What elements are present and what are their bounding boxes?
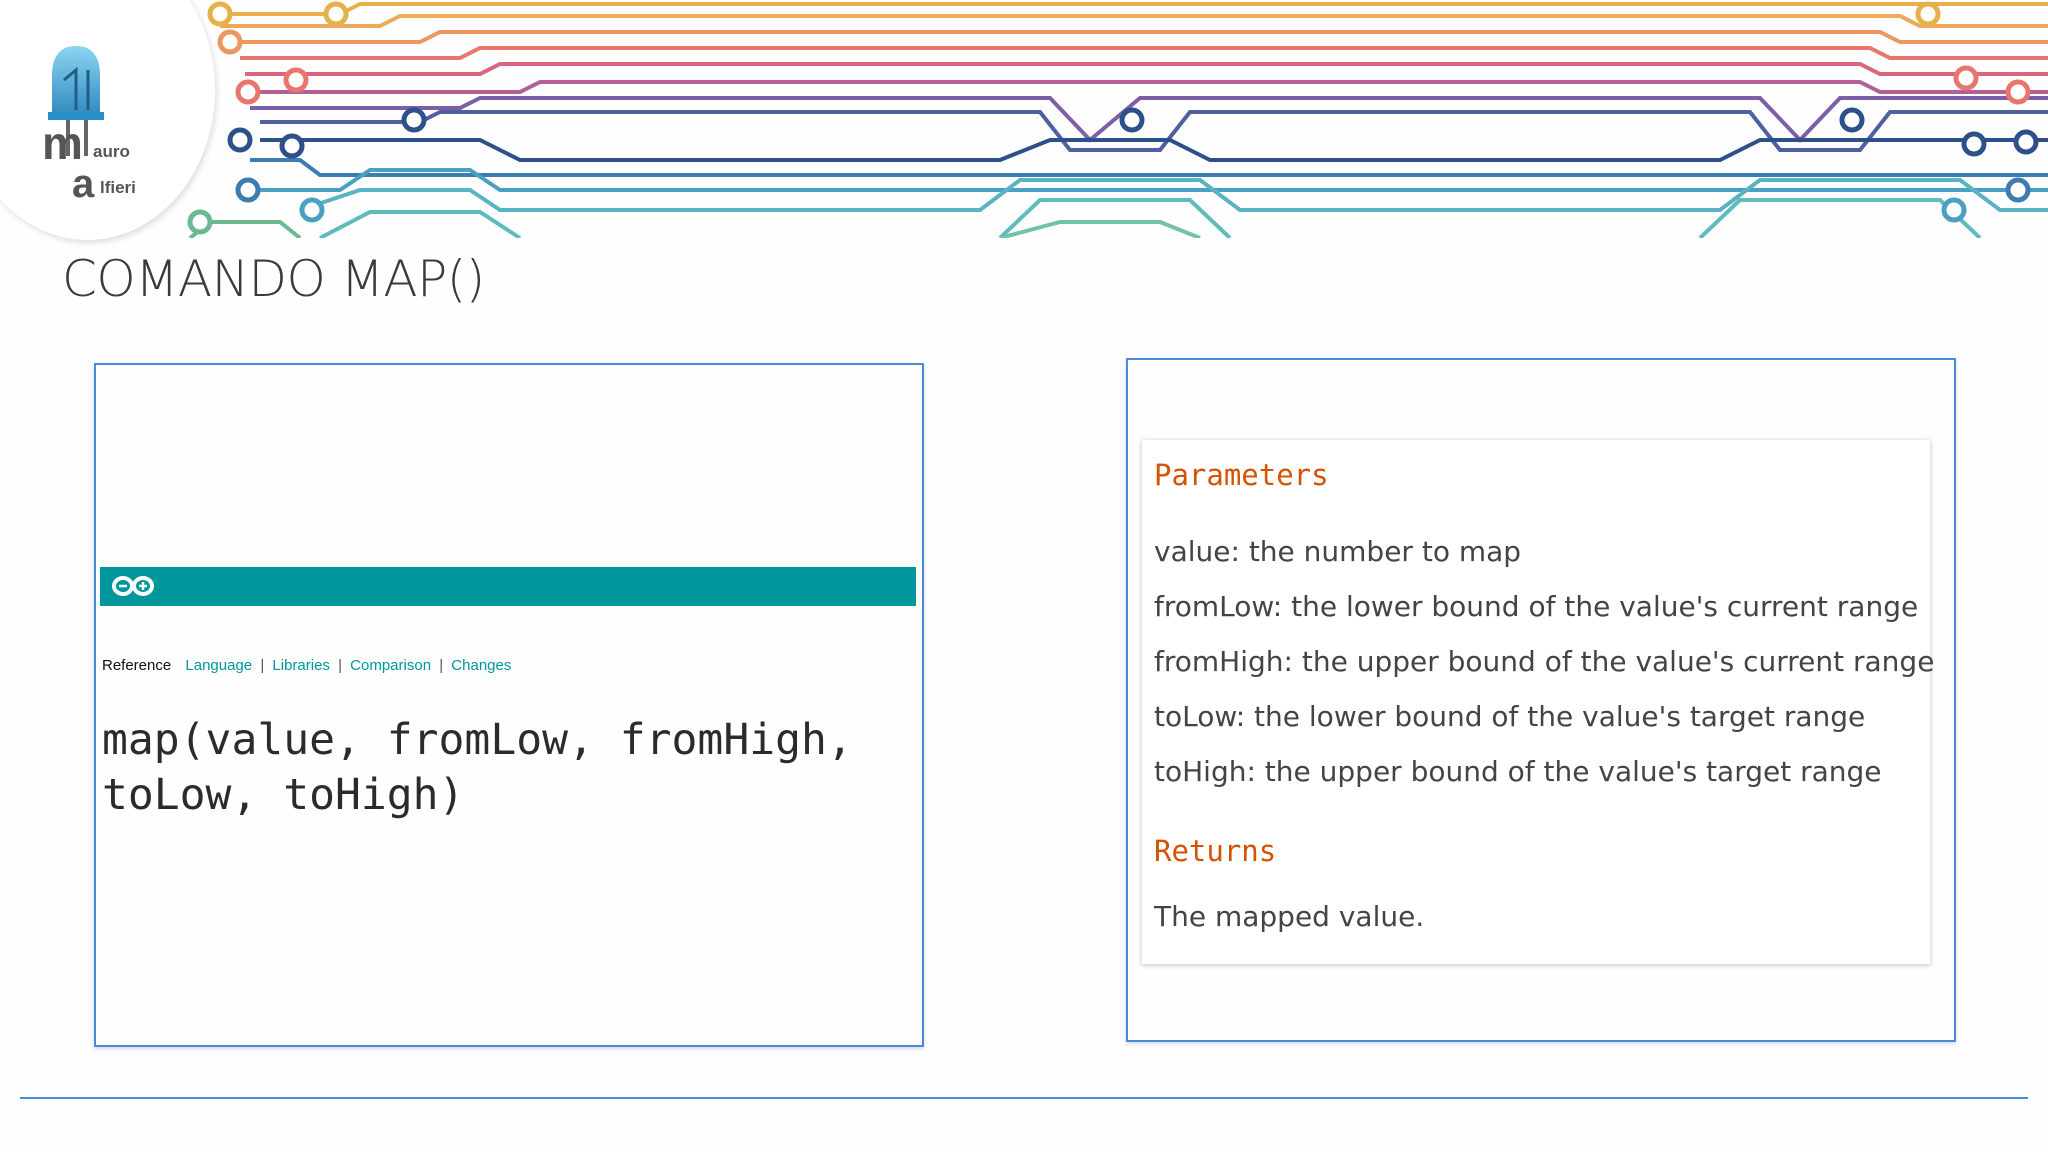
nav-link-comparison[interactable]: Comparison — [350, 657, 431, 674]
returns-description: The mapped value. — [1154, 900, 1425, 933]
reference-screenshot-panel: Reference Language | Libraries | Compari… — [94, 363, 924, 1047]
nav-link-libraries[interactable]: Libraries — [272, 657, 330, 674]
returns-heading: Returns — [1154, 834, 1277, 868]
nav-separator: | — [338, 657, 342, 674]
parameter-fromhigh: fromHigh: the upper bound of the value's… — [1154, 645, 1935, 678]
logo-letter-a: a — [72, 162, 95, 206]
parameter-tohigh: toHigh: the upper bound of the value's t… — [1154, 755, 1882, 788]
nav-separator: | — [260, 657, 265, 674]
documentation-card: Parameters value: the number to map from… — [1142, 440, 1934, 964]
slide: m auro a lfieri COMANDO MAP() Reference … — [0, 0, 2048, 1152]
function-signature: map(value, fromLow, fromHigh, toLow, toH… — [102, 715, 853, 820]
nav-link-changes[interactable]: Changes — [451, 657, 511, 674]
logo-text-lfieri: lfieri — [100, 178, 136, 197]
bottom-divider — [20, 1097, 2028, 1099]
parameters-heading: Parameters — [1154, 458, 1329, 492]
reference-breadcrumb: Reference Language | Libraries | Compari… — [102, 657, 511, 674]
reference-label: Reference — [102, 657, 172, 674]
slide-title: COMANDO MAP() — [62, 250, 485, 308]
logo-text-auro: auro — [93, 142, 130, 161]
nav-link-language[interactable]: Language — [185, 657, 252, 674]
parameter-tolow: toLow: the lower bound of the value's ta… — [1154, 700, 1866, 733]
documentation-panel: Parameters value: the number to map from… — [1126, 358, 1956, 1042]
parameter-fromlow: fromLow: the lower bound of the value's … — [1154, 590, 1919, 623]
nav-separator: | — [439, 657, 444, 674]
parameter-value: value: the number to map — [1154, 535, 1522, 568]
arduino-infinity-icon[interactable] — [110, 573, 156, 599]
parameters-list: value: the number to map fromLow: the lo… — [1154, 524, 1934, 799]
circuit-banner-graphic — [187, 1, 2048, 238]
arduino-header-bar — [100, 567, 916, 606]
